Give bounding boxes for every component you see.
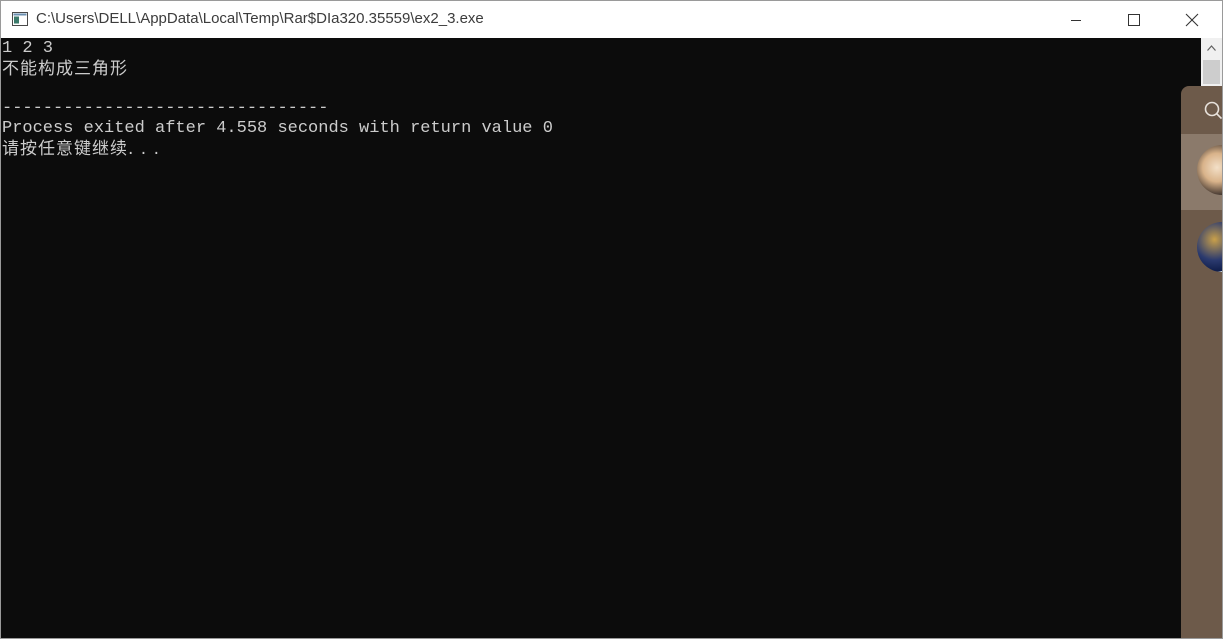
maximize-icon (1128, 13, 1140, 26)
console-line-press-any-key: 请按任意键继续. . . (2, 139, 161, 159)
console-line-exit-status: Process exited after 4.558 seconds with … (2, 119, 553, 138)
console-output[interactable]: 1 2 3 不能构成三角形 --------------------------… (1, 38, 1201, 638)
console-line-input: 1 2 3 (2, 39, 54, 58)
scrollbar-thumb[interactable] (1203, 60, 1220, 84)
scroll-up-button[interactable] (1201, 38, 1222, 58)
overlay-side-panel (1181, 86, 1223, 638)
window-title: C:\Users\DELL\AppData\Local\Temp\Rar$DIa… (36, 10, 484, 27)
chevron-up-icon (1207, 45, 1216, 51)
console-window: C:\Users\DELL\AppData\Local\Temp\Rar$DIa… (0, 0, 1223, 639)
avatar[interactable] (1197, 222, 1222, 272)
maximize-button[interactable] (1105, 1, 1163, 38)
minimize-icon (1071, 19, 1081, 21)
close-button[interactable] (1163, 1, 1221, 38)
console-line-result: 不能构成三角形 (2, 59, 128, 79)
title-bar[interactable]: C:\Users\DELL\AppData\Local\Temp\Rar$DIa… (1, 1, 1222, 38)
minimize-button[interactable] (1047, 1, 1105, 38)
search-icon[interactable] (1203, 100, 1223, 120)
console-line-separator: -------------------------------- (2, 99, 329, 118)
console-app-icon (12, 12, 28, 26)
close-icon (1185, 13, 1199, 26)
